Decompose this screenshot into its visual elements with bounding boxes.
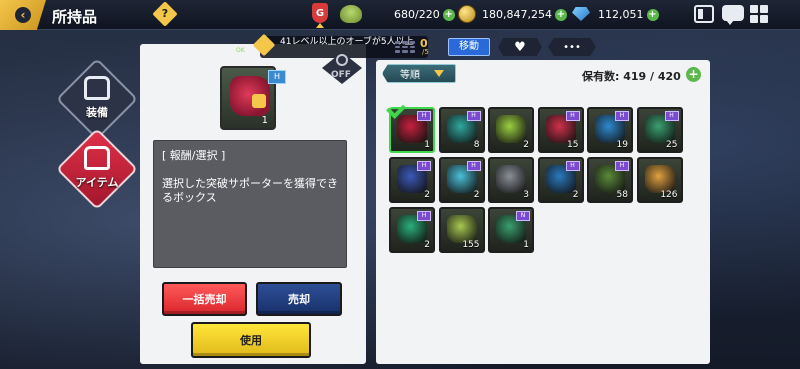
mascot-icon[interactable] [340, 5, 362, 23]
item-tag: H [268, 70, 286, 84]
item-tag: H [466, 111, 481, 121]
item-category: [ 報酬/選択 ] [162, 149, 226, 162]
gem-counter: 112,051 + [598, 8, 659, 21]
expand-inventory-button[interactable]: + [686, 67, 701, 82]
help-glyph: ? [161, 7, 169, 20]
gold-coin-icon [458, 5, 476, 23]
item-count: 2 [523, 140, 529, 150]
page-title: 所持品 [52, 8, 98, 26]
item-tag: H [466, 161, 481, 171]
item-count: 58 [616, 190, 628, 200]
item-count: 2 [572, 190, 579, 200]
item-tag: H [417, 211, 431, 221]
item-description-box: [ 報酬/選択 ] 選択した突破サポーターを獲得できるボックス [153, 140, 347, 268]
item-count: 8 [473, 140, 480, 150]
item-tag: H [615, 161, 629, 171]
sort-label: 等順 [400, 70, 420, 81]
inventory-item[interactable]: H2 [389, 207, 435, 253]
item-description: 選択した突破サポーターを獲得できるボックス [162, 177, 338, 204]
item-tag: H [664, 111, 679, 121]
equipment-icon [84, 76, 110, 100]
use-button[interactable]: 使用 [191, 322, 311, 358]
item-tag: H [417, 161, 431, 171]
item-tag: N [516, 211, 530, 221]
more-icon: ••• [563, 41, 581, 53]
inventory-item[interactable]: 2 [488, 107, 534, 153]
profile-card-icon[interactable] [694, 5, 714, 23]
gold-value: 180,847,254 [482, 8, 552, 21]
item-count: 1 [424, 140, 430, 150]
caret-down-icon [434, 70, 444, 77]
add-stamina-button[interactable]: + [442, 9, 455, 21]
inventory-item[interactable]: 155 [438, 207, 485, 253]
heart-icon: ♥ [514, 39, 526, 55]
sell-button[interactable]: 売却 [256, 282, 342, 316]
sidebar-item-equipment[interactable]: 装備 [55, 57, 139, 141]
backpack-icon [84, 146, 110, 170]
add-gold-button[interactable]: + [554, 9, 567, 21]
sidebar-item-label: 装備 [86, 106, 108, 119]
item-thumbnail-icon [496, 115, 526, 143]
lock-toggle-label: OFF [331, 70, 351, 80]
inventory-item[interactable]: H2 [438, 157, 485, 203]
stamina-value: 680/220 [394, 8, 440, 21]
chat-icon[interactable] [722, 5, 744, 25]
item-count: 155 [462, 240, 480, 250]
item-count: 2 [424, 240, 430, 250]
item-count: 15 [567, 140, 579, 150]
rank-badge[interactable]: G [312, 3, 328, 23]
item-thumbnail-icon [644, 165, 675, 193]
item-count: 25 [666, 140, 678, 150]
help-icon[interactable]: ? [152, 1, 178, 27]
owned-count: 保有数: 419 / 420 [582, 70, 681, 83]
item-count: 2 [473, 190, 480, 200]
inventory-item[interactable]: 126 [636, 157, 683, 203]
sidebar-item-label: アイテム [75, 176, 119, 189]
add-gem-button[interactable]: + [646, 9, 659, 21]
item-count: 2 [424, 190, 430, 200]
item-count: 1 [523, 240, 529, 250]
more-options-button[interactable]: ••• [548, 38, 596, 56]
rank-badge-pointer [316, 23, 324, 28]
item-count: 19 [616, 140, 628, 150]
main-menu-icon[interactable] [750, 5, 768, 23]
favorite-filter-button[interactable]: ♥ [498, 38, 542, 56]
inventory-item[interactable]: H8 [438, 107, 485, 153]
sidebar-item-items[interactable]: アイテム [55, 127, 139, 211]
inventory-item[interactable]: H 15 [537, 107, 584, 153]
gold-counter: 180,847,254 + [482, 8, 567, 21]
lock-icon [336, 54, 348, 66]
inventory-item[interactable]: H 58 [587, 157, 633, 203]
item-tag: H [565, 161, 580, 171]
item-thumbnail-icon [496, 165, 526, 193]
item-count: 3 [523, 190, 529, 200]
condition-badge: OK [236, 47, 245, 54]
inventory-item[interactable]: H2 [389, 157, 435, 203]
inventory-item[interactable]: N1 [488, 207, 534, 253]
item-count: 126 [660, 190, 678, 200]
preset-count-max: /5 [422, 48, 429, 56]
selected-item-preview: 1 H [220, 66, 286, 130]
gem-value: 112,051 [598, 8, 644, 21]
move-button[interactable]: 移動 [448, 38, 490, 56]
inventory-item[interactable]: 3 [488, 157, 534, 203]
chevron-left-icon: ‹ [15, 7, 31, 23]
inventory-item[interactable]: H2 [537, 157, 584, 203]
grid-view-icon[interactable] [392, 38, 418, 56]
item-tag: H [615, 111, 629, 121]
inventory-item[interactable]: H 25 [636, 107, 683, 153]
item-tag: H [417, 111, 431, 121]
bulk-sell-button[interactable]: 一括売却 [162, 282, 247, 316]
item-count: 1 [261, 115, 268, 126]
stamina-counter: 680/220 + [394, 8, 455, 21]
inventory-item[interactable]: H 19 [587, 107, 633, 153]
emblem-icon [252, 94, 266, 108]
item-thumbnail-icon [446, 215, 477, 243]
item-tag: H [565, 111, 580, 121]
